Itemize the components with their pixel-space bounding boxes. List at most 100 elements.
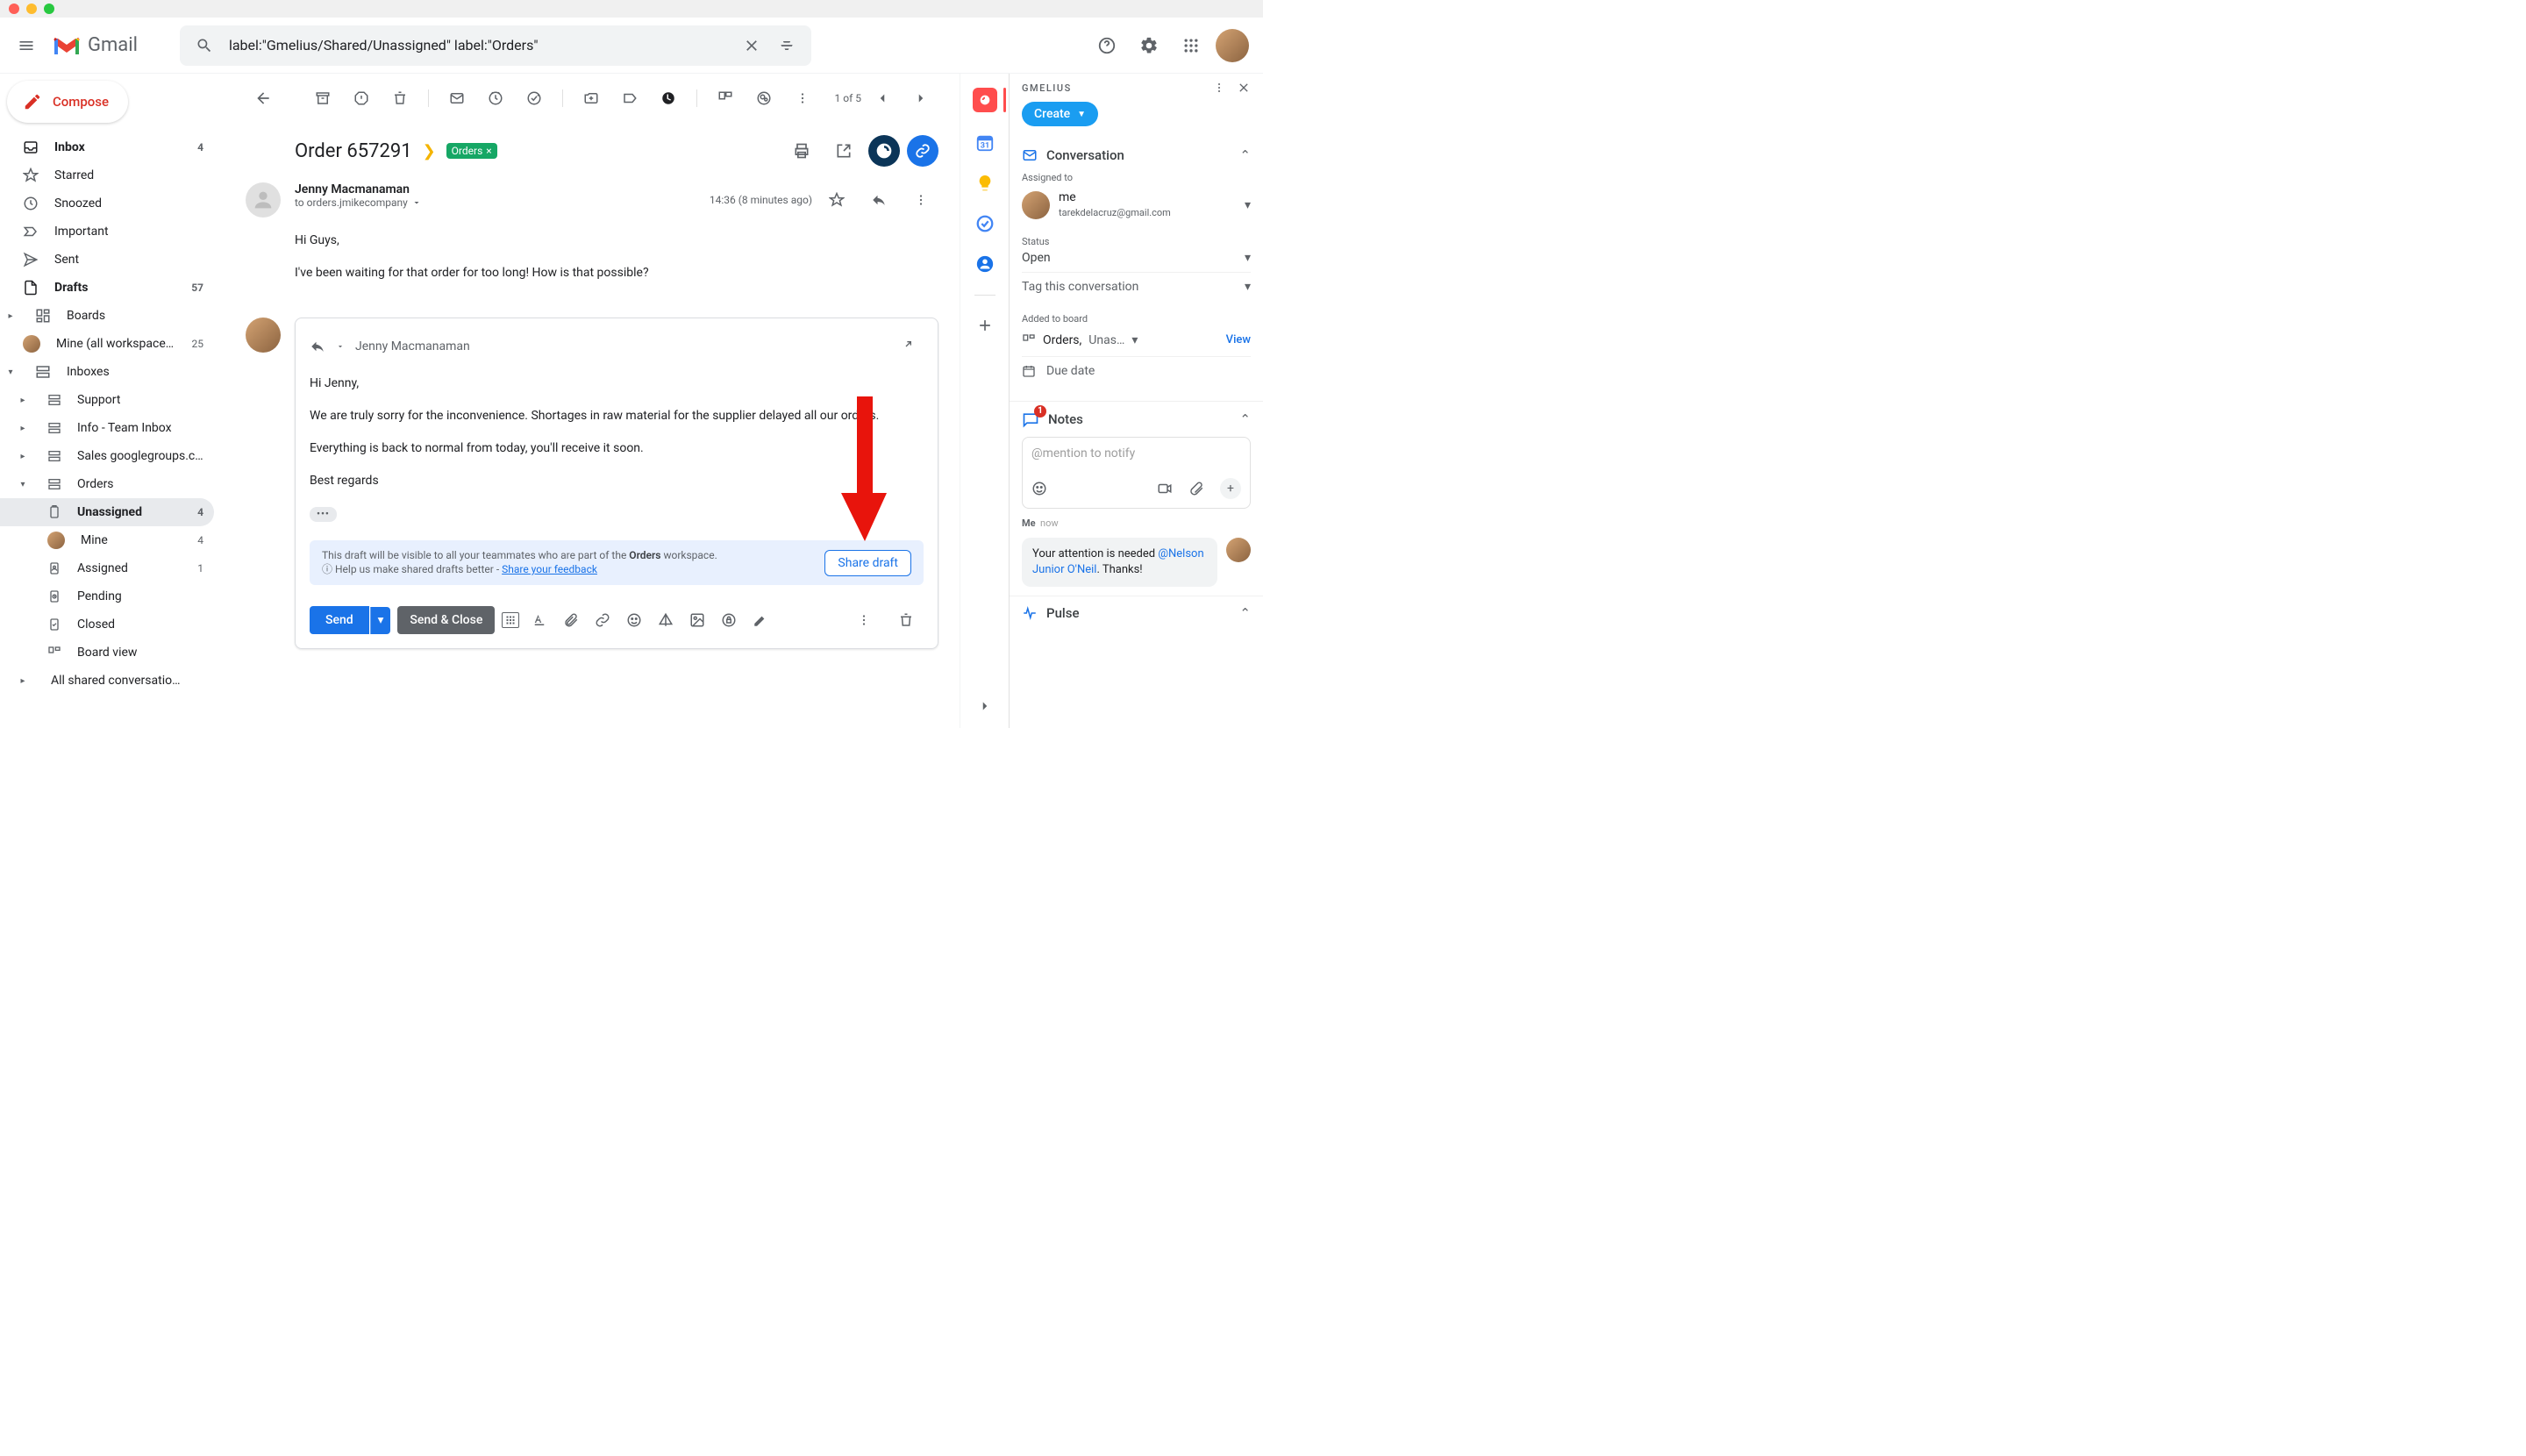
rail-contacts-icon[interactable] bbox=[975, 254, 995, 274]
delete-icon[interactable] bbox=[382, 81, 417, 116]
important-marker-icon[interactable]: ❯ bbox=[423, 142, 436, 161]
feedback-link[interactable]: Share your feedback bbox=[502, 563, 597, 575]
send-close-button[interactable]: Send & Close bbox=[397, 606, 495, 634]
notes-section-header[interactable]: Notes ⌃ bbox=[1022, 410, 1251, 428]
drive-icon[interactable] bbox=[654, 609, 677, 632]
nav-drafts[interactable]: Drafts57 bbox=[0, 274, 214, 302]
due-date-picker[interactable]: Due date bbox=[1022, 356, 1251, 385]
emoji-icon[interactable] bbox=[623, 609, 646, 632]
recipient-line[interactable]: to orders.jmikecompany bbox=[295, 196, 696, 209]
nav-inbox[interactable]: Inbox4 bbox=[0, 133, 214, 161]
nav-all-shared[interactable]: ▸All shared conversatio… bbox=[0, 667, 214, 695]
nav-info[interactable]: ▸Info - Team Inbox bbox=[0, 414, 214, 442]
nav-starred[interactable]: Starred bbox=[0, 161, 214, 189]
support-icon[interactable] bbox=[1089, 28, 1124, 63]
nav-board-view[interactable]: Board view bbox=[0, 639, 214, 667]
show-trimmed-icon[interactable]: ••• bbox=[310, 507, 337, 522]
panel-close-icon[interactable] bbox=[1237, 81, 1251, 95]
mac-close[interactable] bbox=[9, 4, 19, 14]
back-icon[interactable] bbox=[246, 81, 281, 116]
rail-calendar-icon[interactable]: 31 bbox=[975, 133, 995, 153]
note-video-icon[interactable] bbox=[1157, 481, 1173, 496]
nav-unassigned[interactable]: Unassigned4 bbox=[0, 498, 214, 526]
reply-icon[interactable] bbox=[861, 182, 896, 218]
chevron-down-icon[interactable]: ▾ bbox=[1245, 198, 1251, 212]
assignee-picker[interactable]: metarekdelacruz@gmail.com ▾ bbox=[1022, 187, 1251, 224]
mark-unread-icon[interactable] bbox=[439, 81, 475, 116]
rail-collapse-icon[interactable] bbox=[977, 698, 993, 714]
reply-body[interactable]: Hi Jenny, We are truly sorry for the inc… bbox=[296, 375, 938, 533]
label-chip[interactable]: Orders× bbox=[446, 143, 497, 159]
prev-icon[interactable] bbox=[865, 81, 900, 116]
chevron-down-icon[interactable]: ▾ bbox=[1245, 280, 1251, 294]
nav-pending[interactable]: Pending bbox=[0, 582, 214, 610]
chevron-up-icon[interactable]: ⌃ bbox=[1239, 411, 1251, 427]
label-icon[interactable] bbox=[612, 81, 647, 116]
discard-icon[interactable] bbox=[888, 603, 924, 638]
menu-icon[interactable] bbox=[7, 26, 46, 65]
nav-assigned[interactable]: Assigned1 bbox=[0, 554, 214, 582]
chevron-up-icon[interactable]: ⌃ bbox=[1239, 147, 1251, 163]
star-message-icon[interactable] bbox=[819, 182, 854, 218]
nav-mine[interactable]: Mine4 bbox=[0, 526, 214, 554]
nav-boards[interactable]: ▸ Boards bbox=[0, 302, 214, 330]
panel-more-icon[interactable] bbox=[1212, 81, 1226, 95]
nav-sales[interactable]: ▸Sales googlegroups.c… bbox=[0, 442, 214, 470]
attach-icon[interactable] bbox=[560, 609, 582, 632]
spam-icon[interactable] bbox=[344, 81, 379, 116]
add-task-icon[interactable] bbox=[517, 81, 552, 116]
nav-sent[interactable]: Sent bbox=[0, 246, 214, 274]
tag-picker[interactable]: Tag this conversation▾ bbox=[1022, 272, 1251, 301]
reply-mode-icon[interactable] bbox=[310, 339, 325, 354]
send-options-button[interactable]: ▾ bbox=[370, 607, 391, 634]
message-more-icon[interactable] bbox=[903, 182, 938, 218]
rail-add-icon[interactable] bbox=[976, 317, 994, 334]
note-send-icon[interactable]: + bbox=[1220, 478, 1241, 499]
note-attach-icon[interactable] bbox=[1188, 481, 1204, 496]
conversation-section-header[interactable]: Conversation ⌃ bbox=[1022, 147, 1251, 163]
nav-closed[interactable]: Closed bbox=[0, 610, 214, 639]
compose-button[interactable]: Compose bbox=[7, 81, 128, 123]
send-button[interactable]: Send bbox=[310, 606, 369, 634]
settings-icon[interactable] bbox=[1131, 28, 1167, 63]
pulse-section-header[interactable]: Pulse ⌃ bbox=[1022, 605, 1251, 621]
gmelius-create-button[interactable]: Create ▼ bbox=[1022, 102, 1098, 126]
gmail-logo[interactable]: Gmail bbox=[53, 34, 155, 56]
image-icon[interactable] bbox=[686, 609, 709, 632]
reply-to[interactable]: Jenny Macmanaman bbox=[355, 339, 470, 353]
note-input[interactable]: @mention to notify + bbox=[1022, 437, 1251, 509]
move-icon[interactable] bbox=[574, 81, 609, 116]
nav-support[interactable]: ▸Support bbox=[0, 386, 214, 414]
search-input[interactable] bbox=[222, 37, 734, 54]
nav-orders[interactable]: ▾Orders bbox=[0, 470, 214, 498]
snooze-icon[interactable] bbox=[478, 81, 513, 116]
link-badge-icon[interactable] bbox=[907, 135, 938, 167]
print-icon[interactable] bbox=[784, 133, 819, 168]
rail-keep-icon[interactable] bbox=[975, 174, 995, 193]
popout-compose-icon[interactable] bbox=[888, 329, 924, 364]
nav-important[interactable]: Important bbox=[0, 218, 214, 246]
nav-inboxes[interactable]: ▾ Inboxes bbox=[0, 358, 214, 386]
pending-toolbar-icon[interactable] bbox=[651, 81, 686, 116]
chevron-up-icon[interactable]: ⌃ bbox=[1239, 605, 1251, 621]
rail-tasks-icon[interactable] bbox=[975, 214, 995, 233]
search-options-icon[interactable] bbox=[769, 28, 804, 63]
board-row[interactable]: Orders, Unas… ▾ View bbox=[1022, 328, 1251, 353]
nav-mine-workspaces[interactable]: Mine (all workspaces)25 bbox=[0, 330, 214, 358]
account-avatar[interactable] bbox=[1216, 29, 1249, 62]
archive-icon[interactable] bbox=[305, 81, 340, 116]
remove-label-icon[interactable]: × bbox=[486, 145, 491, 157]
assign-toolbar-icon[interactable] bbox=[746, 81, 781, 116]
format-icon[interactable] bbox=[528, 609, 551, 632]
nav-snoozed[interactable]: Snoozed bbox=[0, 189, 214, 218]
chevron-down-icon[interactable]: ▾ bbox=[1131, 333, 1138, 347]
search-icon[interactable] bbox=[187, 28, 222, 63]
more-icon[interactable] bbox=[785, 81, 820, 116]
board-toolbar-icon[interactable] bbox=[708, 81, 743, 116]
reply-mode-dropdown-icon[interactable] bbox=[336, 342, 345, 351]
clear-search-icon[interactable] bbox=[734, 28, 769, 63]
confidential-icon[interactable] bbox=[717, 609, 740, 632]
rail-gmelius-icon[interactable] bbox=[973, 88, 997, 112]
compose-more-icon[interactable] bbox=[846, 603, 881, 638]
share-draft-button[interactable]: Share draft bbox=[824, 550, 911, 576]
